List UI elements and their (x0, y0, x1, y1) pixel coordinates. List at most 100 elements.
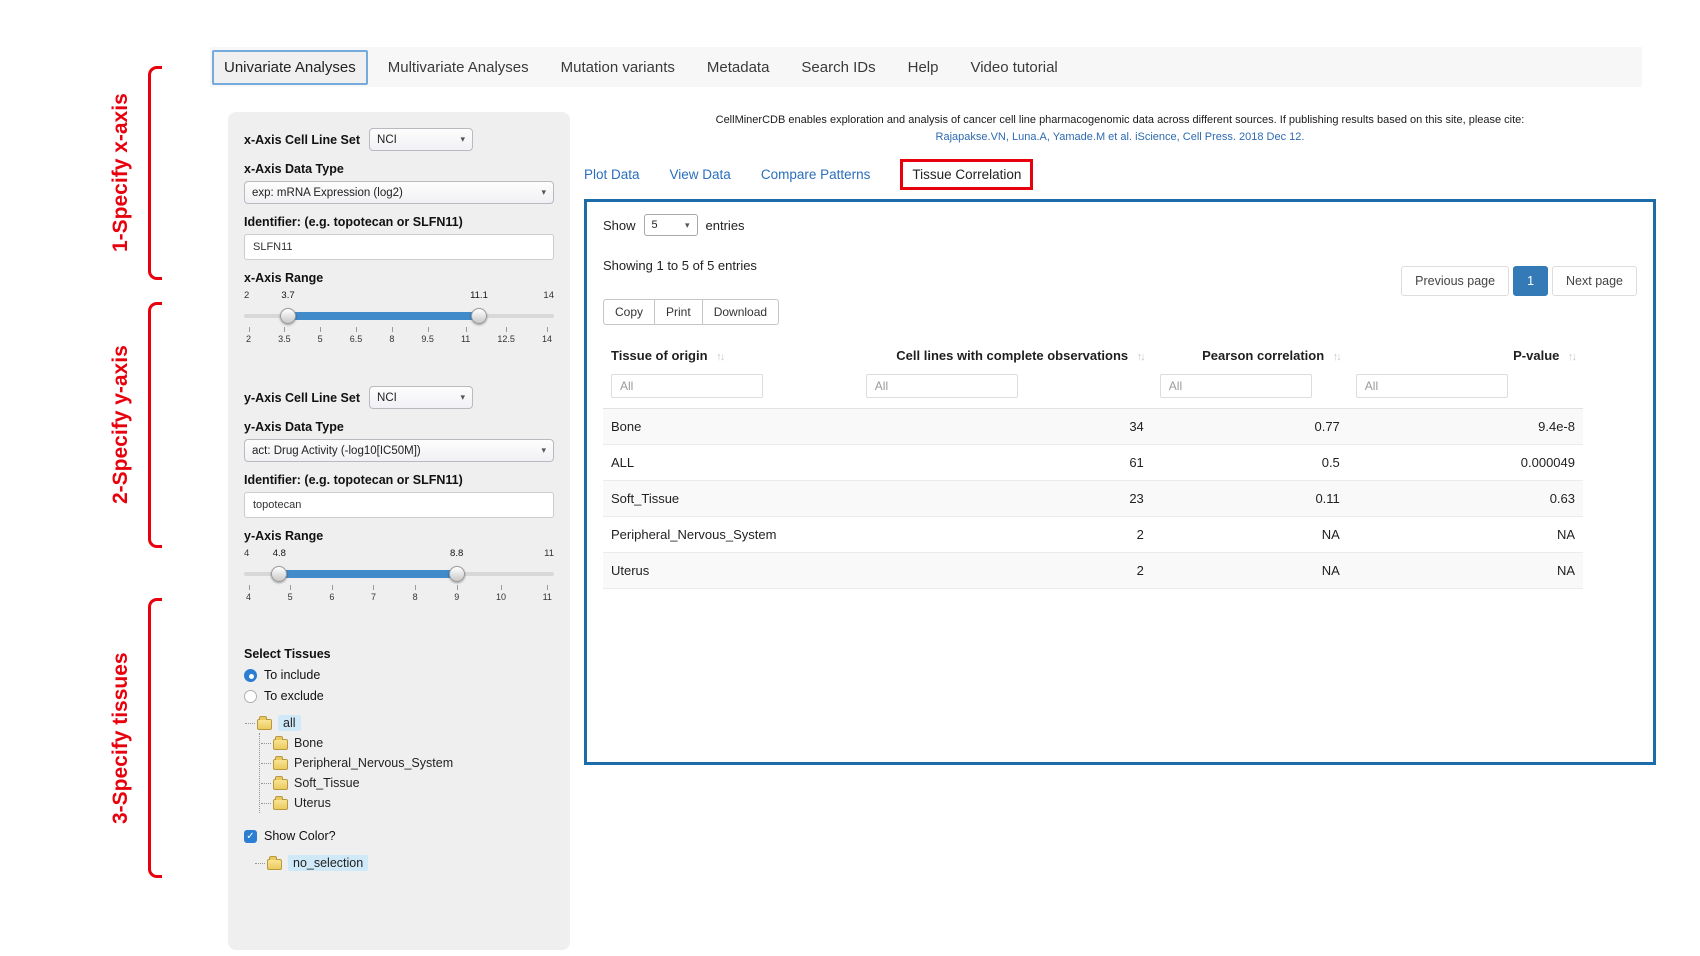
page-length-select[interactable]: 5 ▾ (644, 214, 698, 236)
next-page-button[interactable]: Next page (1552, 266, 1637, 296)
table-row[interactable]: Bone 34 0.77 9.4e-8 (603, 409, 1583, 445)
cell-count: 23 (858, 481, 1152, 517)
select-tissues-title: Select Tissues (244, 647, 554, 661)
cell-tissue: Peripheral_Nervous_System (603, 517, 858, 553)
column-header-tissue-of-origin[interactable]: Tissue of origin ↑↓ (603, 339, 858, 372)
tree-node-all[interactable]: all (244, 713, 554, 733)
cell-count: 34 (858, 409, 1152, 445)
cell-pearson: NA (1152, 553, 1348, 589)
download-button[interactable]: Download (702, 299, 779, 325)
citation-reference-link[interactable]: Rajapakse.VN, Luna.A, Yamade.M et al. iS… (584, 129, 1656, 146)
table-row[interactable]: ALL 61 0.5 0.000049 (603, 445, 1583, 481)
annotation-step-2-label: 2-Specify y-axis (94, 302, 148, 548)
filter-pearson-correlation-input[interactable] (1160, 374, 1312, 398)
y-cell-line-set-select[interactable]: NCI ▾ (369, 386, 473, 409)
nav-tab-metadata[interactable]: Metadata (695, 50, 782, 85)
x-slider-max-label: 14 (543, 290, 554, 301)
tree-node-uterus[interactable]: Uterus (260, 793, 554, 813)
column-header-cell-lines[interactable]: Cell lines with complete observations ↑↓ (858, 339, 1152, 372)
tree-node-no-selection[interactable]: no_selection (254, 853, 554, 873)
print-button[interactable]: Print (654, 299, 703, 325)
filter-cell-lines-input[interactable] (866, 374, 1018, 398)
copy-button[interactable]: Copy (603, 299, 655, 325)
folder-icon (273, 799, 288, 810)
column-header-p-value[interactable]: P-value ↑↓ (1348, 339, 1583, 372)
nav-tab-mutation-variants[interactable]: Mutation variants (549, 50, 687, 85)
previous-page-button[interactable]: Previous page (1401, 266, 1509, 296)
y-range-label: y-Axis Range (244, 529, 554, 543)
cell-pearson: 0.11 (1152, 481, 1348, 517)
tab-view-data[interactable]: View Data (670, 167, 731, 182)
filter-p-value-input[interactable] (1356, 374, 1508, 398)
sort-icon[interactable]: ↑↓ (716, 351, 723, 363)
radio-to-exclude[interactable]: To exclude (244, 689, 554, 703)
folder-icon (273, 759, 288, 770)
tree-node-peripheral-nervous-system[interactable]: Peripheral_Nervous_System (260, 753, 554, 773)
y-cell-line-set-label: y-Axis Cell Line Set (244, 391, 360, 405)
x-slider-tick: 3.5 (278, 326, 291, 344)
cell-count: 2 (858, 553, 1152, 589)
tissue-correlation-table: Tissue of origin ↑↓ Cell lines with comp… (603, 339, 1583, 589)
annotation-bracket-1 (148, 66, 162, 280)
column-header-pearson-correlation[interactable]: Pearson correlation ↑↓ (1152, 339, 1348, 372)
radio-to-exclude-label: To exclude (264, 689, 324, 703)
page-1-button[interactable]: 1 (1513, 266, 1548, 296)
selection-tree: no_selection (254, 853, 554, 873)
radio-to-include[interactable]: To include (244, 668, 554, 682)
tree-node-bone-label: Bone (294, 736, 323, 750)
table-row[interactable]: Uterus 2 NA NA (603, 553, 1583, 589)
y-slider-tick: 9 (454, 584, 459, 602)
y-slider-handle-to[interactable] (449, 566, 465, 582)
entries-label: entries (706, 218, 745, 233)
y-slider-tick: 8 (413, 584, 418, 602)
annotation-step-1: 1-Specify x-axis (94, 66, 162, 280)
analysis-subtabs: Plot Data View Data Compare Patterns Tis… (584, 159, 1656, 190)
tab-compare-patterns[interactable]: Compare Patterns (761, 167, 871, 182)
x-slider-tick: 14 (542, 326, 552, 344)
table-row[interactable]: Peripheral_Nervous_System 2 NA NA (603, 517, 1583, 553)
show-entries-row: Show 5 ▾ entries (603, 214, 1637, 236)
nav-tab-multivariate-analyses[interactable]: Multivariate Analyses (376, 50, 541, 85)
table-header-row: Tissue of origin ↑↓ Cell lines with comp… (603, 339, 1583, 372)
checkbox-checked-icon (244, 830, 257, 843)
sort-icon[interactable]: ↑↓ (1568, 351, 1575, 363)
table-row[interactable]: Soft_Tissue 23 0.11 0.63 (603, 481, 1583, 517)
x-data-type-select[interactable]: exp: mRNA Expression (log2) ▾ (244, 181, 554, 204)
show-color-label: Show Color? (264, 829, 336, 843)
filter-tissue-of-origin-input[interactable] (611, 374, 763, 398)
nav-tab-search-ids[interactable]: Search IDs (789, 50, 887, 85)
x-cell-line-set-select[interactable]: NCI ▾ (369, 128, 473, 151)
x-cell-line-set-value: NCI (377, 134, 397, 146)
y-slider-min-label: 4 (244, 548, 249, 559)
nav-tab-video-tutorial[interactable]: Video tutorial (958, 50, 1069, 85)
y-slider-handle-from[interactable] (271, 566, 287, 582)
show-color-checkbox-row[interactable]: Show Color? (244, 829, 554, 843)
tab-tissue-correlation[interactable]: Tissue Correlation (900, 159, 1033, 190)
annotation-bracket-3 (148, 598, 162, 878)
cell-count: 2 (858, 517, 1152, 553)
tree-node-soft-tissue[interactable]: Soft_Tissue (260, 773, 554, 793)
y-slider-tick: 7 (371, 584, 376, 602)
tab-plot-data[interactable]: Plot Data (584, 167, 640, 182)
nav-tab-univariate-analyses[interactable]: Univariate Analyses (212, 50, 368, 85)
x-slider-handle-from[interactable] (280, 308, 296, 324)
page-length-value: 5 (652, 219, 658, 231)
chevron-down-icon: ▾ (541, 445, 546, 456)
x-identifier-input[interactable] (244, 234, 554, 260)
x-slider-handle-to[interactable] (471, 308, 487, 324)
sort-icon[interactable]: ↑↓ (1137, 351, 1144, 363)
x-slider-fill (288, 312, 479, 320)
cell-tissue: Bone (603, 409, 858, 445)
tissue-tree: all Bone Peripheral_Nervous_System Soft_… (244, 713, 554, 813)
cell-pvalue: 0.000049 (1348, 445, 1583, 481)
cell-pearson: 0.5 (1152, 445, 1348, 481)
y-data-type-select[interactable]: act: Drug Activity (-log10[IC50M]) ▾ (244, 439, 554, 462)
radio-icon (244, 669, 257, 682)
cell-count: 61 (858, 445, 1152, 481)
nav-tab-help[interactable]: Help (896, 50, 951, 85)
table-export-buttons: Copy Print Download (603, 299, 1637, 325)
sort-icon[interactable]: ↑↓ (1333, 351, 1340, 363)
y-identifier-input[interactable] (244, 492, 554, 518)
x-slider-tick: 12.5 (497, 326, 515, 344)
tree-node-bone[interactable]: Bone (260, 733, 554, 753)
